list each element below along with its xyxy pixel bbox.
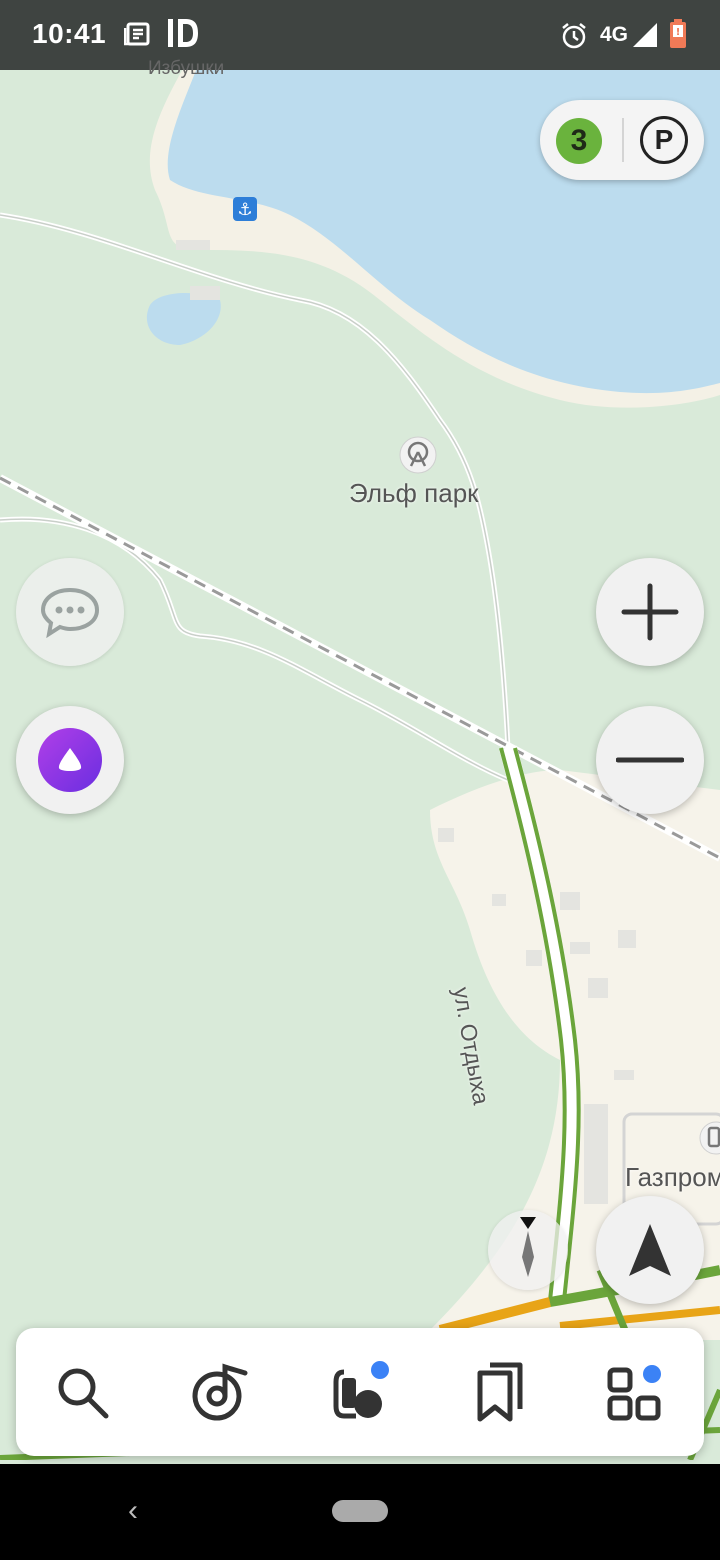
services-tab[interactable]: [604, 1360, 668, 1424]
ferris-wheel-icon: [399, 436, 437, 474]
news-icon: [123, 22, 152, 53]
my-location-button[interactable]: [596, 1196, 704, 1304]
compass-button[interactable]: [488, 1210, 568, 1290]
parking-button[interactable]: P: [640, 116, 688, 164]
pill-divider: [622, 118, 624, 162]
status-bar: 10:41 4G !: [0, 0, 720, 70]
svg-text:!: !: [676, 27, 681, 38]
village-label: Избушки: [148, 58, 225, 79]
gas-station-label[interactable]: Газпром: [625, 1162, 720, 1193]
traffic-parking-pill: 3 P: [540, 100, 704, 180]
network-type: 4G: [600, 23, 629, 46]
services-grid-icon: [607, 1365, 661, 1421]
bookmarks-tab[interactable]: [466, 1360, 530, 1424]
chat-bubble-icon: [40, 587, 100, 638]
search-tab[interactable]: [50, 1360, 114, 1424]
chat-button[interactable]: [16, 558, 124, 666]
bottom-toolbar: [16, 1328, 704, 1456]
compass-icon: [520, 1217, 536, 1277]
alice-assistant-button[interactable]: [16, 706, 124, 814]
navigation-arrow-icon: [629, 1224, 671, 1276]
search-icon: [58, 1368, 109, 1419]
fuel-pump-icon: [333, 1361, 389, 1419]
zoom-in-button[interactable]: [596, 558, 704, 666]
music-tab[interactable]: [188, 1360, 252, 1424]
plus-icon: [621, 583, 679, 641]
zoom-out-button[interactable]: [596, 706, 704, 814]
park-label[interactable]: Эльф парк: [349, 478, 479, 509]
id-icon: [166, 16, 200, 57]
svg-text:⚓: ⚓: [237, 200, 252, 220]
alice-icon: [38, 728, 102, 792]
status-time: 10:41: [32, 18, 107, 49]
back-icon[interactable]: ‹: [128, 1494, 138, 1528]
home-pill[interactable]: [332, 1500, 388, 1522]
signal-icon: [632, 22, 658, 53]
anchor-icon: ⚓: [233, 197, 257, 221]
alarm-icon: [560, 22, 588, 55]
minus-icon: [616, 757, 684, 763]
traffic-score-button[interactable]: 3: [556, 118, 602, 164]
battery-icon: !: [668, 18, 688, 55]
music-note-icon: [192, 1363, 248, 1421]
fuel-tab[interactable]: [328, 1360, 392, 1424]
bookmarks-icon: [477, 1362, 523, 1422]
